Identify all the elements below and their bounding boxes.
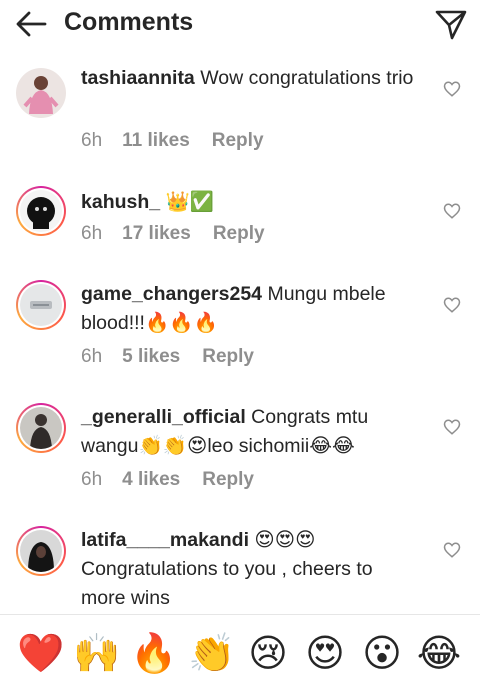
paper-plane-icon[interactable] <box>434 9 468 41</box>
comment-time: 6h <box>81 223 103 244</box>
comment-meta: 6h 5 likes Reply <box>81 346 254 368</box>
comment-meta: 6h 4 likes Reply <box>81 469 254 491</box>
back-arrow-icon[interactable] <box>14 9 48 39</box>
emoji-surprised-button[interactable]: 😮 <box>359 631 405 677</box>
emoji-raised-hands-button[interactable]: 🙌 <box>73 631 120 677</box>
page-title: Comments <box>64 8 194 36</box>
comment-meta: 6h 17 likes Reply <box>81 223 265 245</box>
comment-likes[interactable]: 4 likes <box>122 469 180 491</box>
comment-text: latifa____makandi 😍😍😍 Congratulations to… <box>81 526 421 613</box>
comment-item: tashiaannita Wow congratulations trio 6h… <box>0 64 480 164</box>
comment-username[interactable]: tashiaannita <box>81 67 195 89</box>
emoji-heart-eyes-button[interactable]: 😍 <box>302 631 348 677</box>
comment-text: kahush_ 👑✅ <box>81 188 421 217</box>
emoji-clap-button[interactable]: 👏 <box>188 631 235 677</box>
comment-item: latifa____makandi 😍😍😍 Congratulations to… <box>0 524 480 614</box>
heart-icon[interactable] <box>443 80 461 98</box>
quick-emoji-bar: ❤️ 🙌 🔥 👏 😢 😍 😮 😂 <box>0 614 480 692</box>
top-bar: Comments <box>0 0 480 50</box>
heart-icon[interactable] <box>443 202 461 220</box>
comment-username[interactable]: _generalli_official <box>81 406 246 428</box>
reply-button[interactable]: Reply <box>213 223 265 245</box>
avatar[interactable] <box>16 68 66 118</box>
reply-button[interactable]: Reply <box>202 469 254 491</box>
emoji-laughing-button[interactable]: 😂 <box>416 631 462 677</box>
comment-username[interactable]: latifa____makandi <box>81 529 249 551</box>
heart-icon[interactable] <box>443 296 461 314</box>
comment-username[interactable]: game_changers254 <box>81 283 262 305</box>
reply-button[interactable]: Reply <box>202 346 254 368</box>
avatar[interactable] <box>16 280 66 330</box>
reply-button[interactable]: Reply <box>212 130 264 152</box>
comment-likes[interactable]: 17 likes <box>122 223 191 245</box>
avatar[interactable] <box>16 403 66 453</box>
avatar[interactable] <box>16 186 66 236</box>
comment-body: 👑✅ <box>160 191 215 213</box>
comment-item: _generalli_official Congrats mtu wangu👏👏… <box>0 401 480 501</box>
comment-body: Wow congratulations trio <box>194 67 414 89</box>
comment-time: 6h <box>81 469 103 490</box>
emoji-fire-button[interactable]: 🔥 <box>130 631 177 677</box>
emoji-heart-button[interactable]: ❤️ <box>17 631 64 677</box>
comment-likes[interactable]: 11 likes <box>122 130 190 152</box>
comment-time: 6h <box>81 130 103 151</box>
heart-icon[interactable] <box>443 541 461 559</box>
comment-likes[interactable]: 5 likes <box>122 346 180 368</box>
comment-username[interactable]: kahush_ <box>81 191 160 213</box>
emoji-crying-button[interactable]: 😢 <box>245 631 291 677</box>
comment-text: tashiaannita Wow congratulations trio <box>81 64 421 93</box>
comment-item: kahush_ 👑✅ 6h 17 likes Reply <box>0 186 480 256</box>
avatar[interactable] <box>16 526 66 576</box>
heart-icon[interactable] <box>443 418 461 436</box>
comment-item: game_changers254 Mungu mbele blood!!!🔥🔥🔥… <box>0 278 480 378</box>
comment-meta: 6h 11 likes Reply <box>81 130 264 152</box>
comment-text: _generalli_official Congrats mtu wangu👏👏… <box>81 403 421 461</box>
comment-text: game_changers254 Mungu mbele blood!!!🔥🔥🔥 <box>81 280 421 338</box>
comment-time: 6h <box>81 346 103 367</box>
